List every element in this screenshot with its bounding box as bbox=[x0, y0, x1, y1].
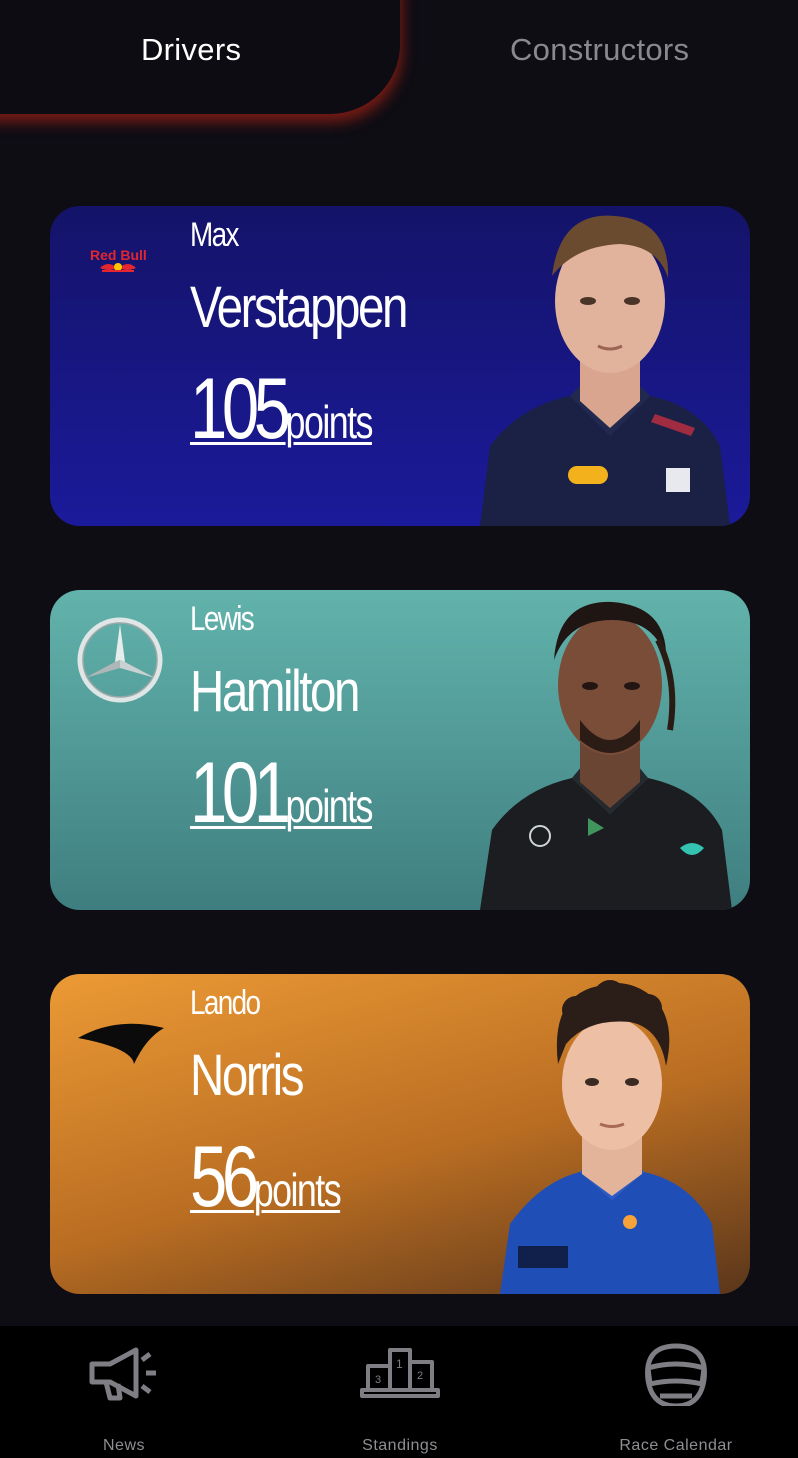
app: Drivers Constructors Red Bull Max Versta… bbox=[0, 0, 798, 1458]
driver-photo bbox=[480, 215, 730, 526]
driver-photo bbox=[480, 601, 732, 910]
podium-icon: 1 3 2 bbox=[360, 1348, 440, 1398]
driver-last-name: Verstappen bbox=[190, 275, 409, 340]
mercedes-logo bbox=[76, 616, 164, 704]
points-value: 101 bbox=[190, 745, 291, 841]
tab-drivers-label[interactable]: Drivers bbox=[141, 32, 241, 68]
driver-first-name: Max bbox=[190, 216, 239, 254]
driver-card-verstappen[interactable]: Red Bull Max Verstappen 105points bbox=[50, 206, 750, 526]
driver-last-name: Norris bbox=[190, 1043, 305, 1108]
driver-photo bbox=[500, 980, 720, 1294]
bottom-navigation: News 1 3 2 Standings Race Calendar bbox=[0, 1326, 798, 1458]
points-value: 56 bbox=[190, 1129, 259, 1225]
helmet-icon bbox=[645, 1343, 707, 1406]
svg-text:1: 1 bbox=[396, 1357, 403, 1371]
driver-card-norris[interactable]: Lando Norris 56points bbox=[50, 974, 750, 1294]
points-unit: points bbox=[253, 1164, 342, 1216]
driver-points: 101points bbox=[190, 750, 374, 836]
nav-item-news[interactable]: News bbox=[24, 1326, 224, 1458]
svg-text:3: 3 bbox=[375, 1374, 381, 1386]
driver-last-name: Hamilton bbox=[190, 659, 360, 724]
nav-item-standings[interactable]: 1 3 2 Standings bbox=[300, 1326, 500, 1458]
driver-points: 105points bbox=[190, 366, 374, 452]
points-unit: points bbox=[285, 396, 374, 448]
nav-label-standings: Standings bbox=[362, 1437, 438, 1454]
megaphone-icon bbox=[89, 1347, 156, 1401]
nav-label-news: News bbox=[102, 1437, 145, 1454]
driver-first-name: Lewis bbox=[190, 600, 255, 638]
svg-text:Red Bull: Red Bull bbox=[90, 247, 147, 263]
driver-first-name: Lando bbox=[190, 984, 261, 1022]
svg-text:2: 2 bbox=[417, 1370, 423, 1382]
driver-card-hamilton[interactable]: Lewis Hamilton 101points bbox=[50, 590, 750, 910]
nav-item-race-calendar[interactable]: Race Calendar bbox=[576, 1326, 776, 1458]
standings-tabs: Drivers Constructors bbox=[0, 0, 798, 130]
mclaren-logo bbox=[76, 1018, 166, 1070]
points-value: 105 bbox=[190, 361, 291, 457]
nav-label-race-calendar: Race Calendar bbox=[619, 1437, 733, 1454]
points-unit: points bbox=[285, 780, 374, 832]
driver-points: 56points bbox=[190, 1134, 342, 1220]
tab-constructors[interactable]: Constructors bbox=[510, 32, 689, 68]
red-bull-logo: Red Bull bbox=[88, 246, 148, 280]
